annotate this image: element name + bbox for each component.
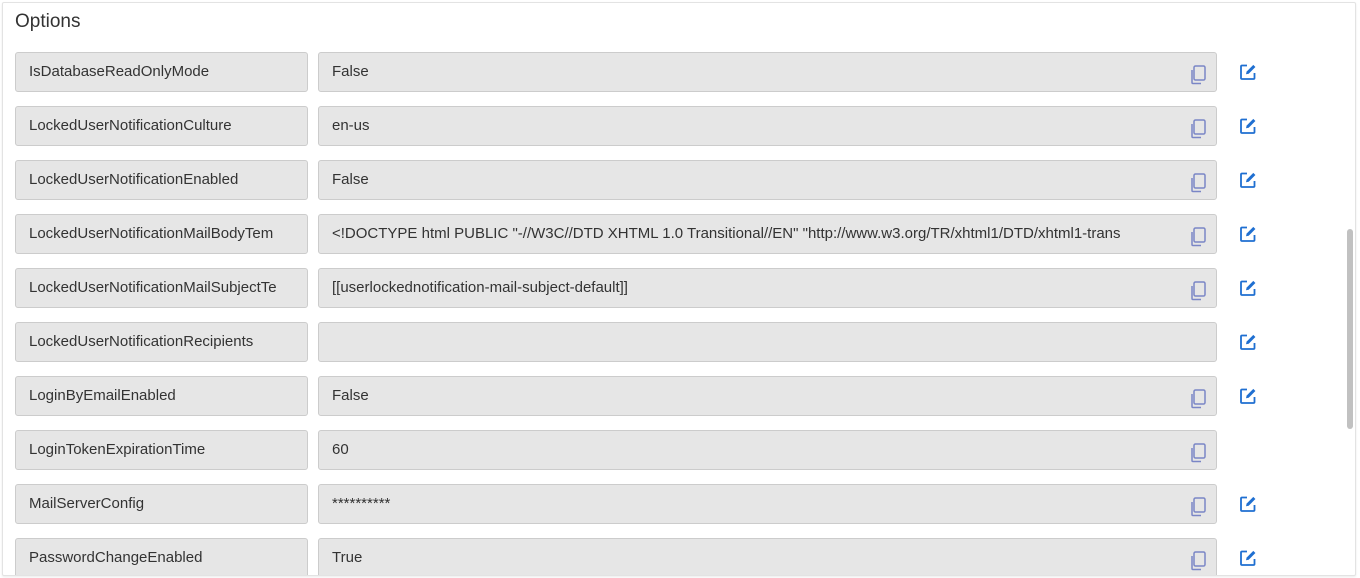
option-value: ********** <box>332 495 391 512</box>
option-value: en-us <box>332 117 370 134</box>
option-row: LockedUserNotificationEnabled False <box>15 160 1265 200</box>
option-name: LoginByEmailEnabled <box>15 376 308 416</box>
option-name: LoginTokenExpirationTime <box>15 430 308 470</box>
copy-icon[interactable] <box>1189 440 1207 463</box>
option-name: PasswordChangeEnabled <box>15 538 308 575</box>
edit-icon[interactable] <box>1239 63 1257 81</box>
option-value-field[interactable]: 60 <box>318 430 1217 470</box>
option-value: False <box>332 63 369 80</box>
option-value-field[interactable] <box>318 322 1217 362</box>
option-name: LockedUserNotificationEnabled <box>15 160 308 200</box>
option-row: LockedUserNotificationMailBodyTem <!DOCT… <box>15 214 1265 254</box>
edit-icon[interactable] <box>1239 549 1257 567</box>
copy-icon[interactable] <box>1189 278 1207 301</box>
copy-icon[interactable] <box>1189 386 1207 409</box>
options-list: IsDatabaseReadOnlyMode False LockedUserN… <box>15 52 1265 575</box>
option-value-field[interactable]: <!DOCTYPE html PUBLIC "-//W3C//DTD XHTML… <box>318 214 1217 254</box>
edit-icon[interactable] <box>1239 387 1257 405</box>
option-value-field[interactable]: ********** <box>318 484 1217 524</box>
option-value-field[interactable]: en-us <box>318 106 1217 146</box>
option-name: IsDatabaseReadOnlyMode <box>15 52 308 92</box>
option-row: LoginTokenExpirationTime 60 <box>15 430 1265 470</box>
option-value: <!DOCTYPE html PUBLIC "-//W3C//DTD XHTML… <box>332 225 1121 242</box>
copy-icon[interactable] <box>1189 170 1207 193</box>
option-name: LockedUserNotificationCulture <box>15 106 308 146</box>
option-row: MailServerConfig ********** <box>15 484 1265 524</box>
copy-icon[interactable] <box>1189 62 1207 85</box>
option-row: LockedUserNotificationCulture en-us <box>15 106 1265 146</box>
option-value-field[interactable]: False <box>318 52 1217 92</box>
copy-icon[interactable] <box>1189 548 1207 571</box>
option-value-field[interactable]: False <box>318 160 1217 200</box>
edit-icon[interactable] <box>1239 117 1257 135</box>
scrollbar-thumb[interactable] <box>1347 229 1353 429</box>
option-value: [[userlockednotification-mail-subject-de… <box>332 279 628 296</box>
copy-icon[interactable] <box>1189 494 1207 517</box>
option-value: False <box>332 387 369 404</box>
option-value: 60 <box>332 441 349 458</box>
edit-icon[interactable] <box>1239 333 1257 351</box>
option-row: IsDatabaseReadOnlyMode False <box>15 52 1265 92</box>
option-row: LockedUserNotificationRecipients <box>15 322 1265 362</box>
option-name: MailServerConfig <box>15 484 308 524</box>
option-name: LockedUserNotificationMailBodyTem <box>15 214 308 254</box>
panel-title: Options <box>15 11 81 32</box>
option-row: LockedUserNotificationMailSubjectTe [[us… <box>15 268 1265 308</box>
options-panel: Options IsDatabaseReadOnlyMode False Loc… <box>2 2 1356 576</box>
edit-icon[interactable] <box>1239 225 1257 243</box>
copy-icon[interactable] <box>1189 224 1207 247</box>
option-value-field[interactable]: [[userlockednotification-mail-subject-de… <box>318 268 1217 308</box>
copy-icon[interactable] <box>1189 116 1207 139</box>
option-row: LoginByEmailEnabled False <box>15 376 1265 416</box>
edit-icon[interactable] <box>1239 279 1257 297</box>
option-row: PasswordChangeEnabled True <box>15 538 1265 575</box>
edit-icon[interactable] <box>1239 495 1257 513</box>
option-value: False <box>332 171 369 188</box>
option-name: LockedUserNotificationRecipients <box>15 322 308 362</box>
edit-icon[interactable] <box>1239 171 1257 189</box>
option-value-field[interactable]: True <box>318 538 1217 575</box>
option-name: LockedUserNotificationMailSubjectTe <box>15 268 308 308</box>
option-value-field[interactable]: False <box>318 376 1217 416</box>
option-value: True <box>332 549 363 566</box>
